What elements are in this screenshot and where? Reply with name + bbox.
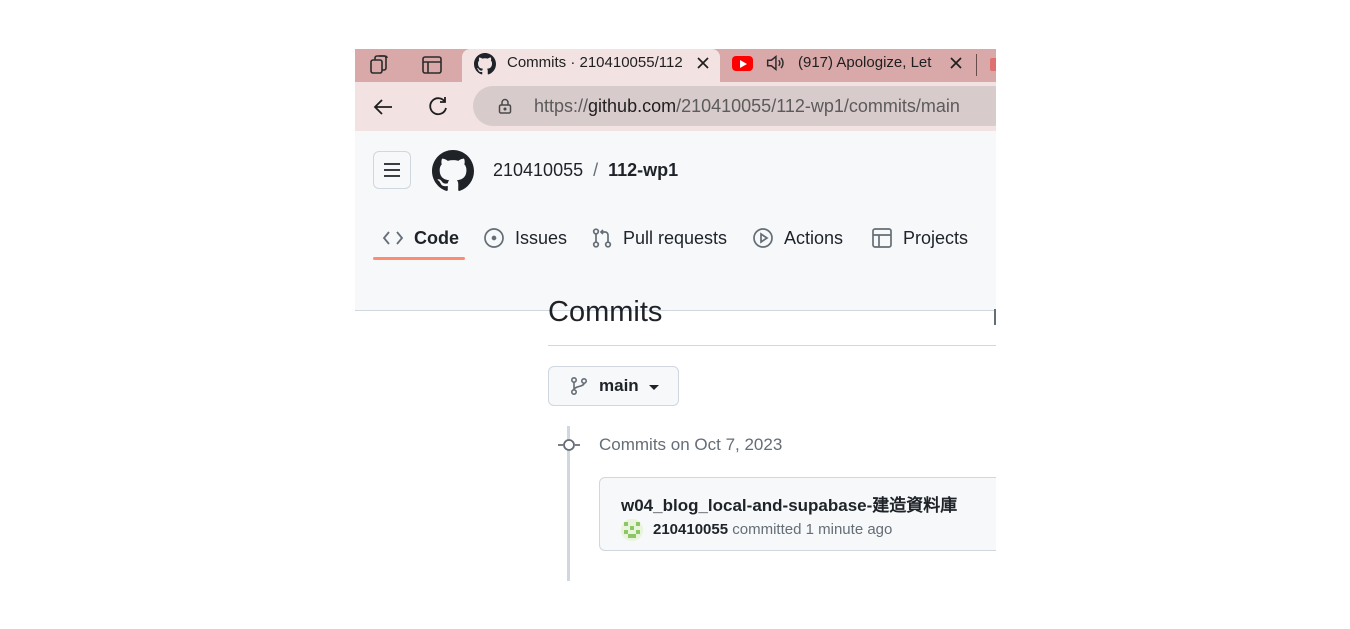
close-tab-icon[interactable]: [694, 54, 712, 72]
browser-window: Commits · 210410055/112-wp1 (917) Apolog…: [355, 49, 996, 629]
commit-list-item: w04_blog_local-and-supabase-建造資料庫 210410…: [599, 477, 996, 551]
tab-code[interactable]: Code: [382, 216, 459, 260]
play-icon: [753, 228, 773, 248]
commit-message-link[interactable]: w04_blog_local-and-supabase-建造資料庫: [621, 491, 957, 516]
tab-label: Issues: [515, 227, 568, 248]
issue-opened-icon: [484, 228, 504, 248]
repo-name-link[interactable]: 112-wp1: [608, 160, 678, 180]
breadcrumb-separator: /: [593, 160, 599, 180]
github-header: 210410055 / 112-wp1 Code Issues Pull reque…: [355, 131, 996, 325]
back-arrow-icon[interactable]: [370, 94, 396, 120]
tab-title: (917) Apologize, Let Me Go: [798, 54, 936, 71]
commit-author-link[interactable]: 210410055: [653, 521, 728, 538]
avatar[interactable]: [621, 519, 643, 541]
address-bar-row: https://github.com/210410055/112-wp1/com…: [355, 82, 996, 131]
vertical-tabs-icon[interactable]: [420, 53, 444, 77]
next-tab-favicon-icon[interactable]: [990, 58, 996, 71]
close-tab-icon[interactable]: [947, 54, 965, 72]
tab-pull-requests[interactable]: Pull requests: [591, 216, 727, 260]
branch-name: main: [599, 376, 639, 395]
tab-label: Actions: [784, 227, 844, 248]
commit-action: committed: [732, 521, 802, 538]
url-bar[interactable]: https://github.com/210410055/112-wp1/com…: [473, 86, 996, 126]
commit-meta: 210410055 committed 1 minute ago: [653, 521, 892, 538]
tab-actions[interactable]: Actions: [752, 216, 843, 260]
commit-group-date: Commits on Oct 7, 2023: [599, 435, 783, 454]
lock-icon[interactable]: [496, 97, 514, 115]
table-icon: [872, 228, 892, 248]
code-icon: [382, 231, 404, 245]
tab-label: Code: [414, 227, 459, 248]
hamburger-icon: [384, 163, 400, 177]
github-logo-icon[interactable]: [432, 150, 474, 192]
repo-nav: Code Issues Pull requests Actions Projec…: [355, 216, 996, 325]
github-favicon-icon: [474, 53, 496, 75]
caret-down-icon: [649, 385, 659, 390]
git-commit-icon: [558, 439, 580, 451]
tab-strip: Commits · 210410055/112-wp1 (917) Apolog…: [355, 49, 996, 82]
tab-separator: [976, 54, 977, 76]
tab-projects[interactable]: Projects: [871, 216, 968, 260]
tab-title: Commits · 210410055/112-wp1: [507, 54, 683, 71]
speaker-icon[interactable]: [764, 52, 786, 74]
url-path: /210410055/112-wp1/commits/main: [676, 96, 960, 116]
git-pull-request-icon: [592, 228, 612, 248]
divider: [548, 345, 996, 346]
tab-label: Projects: [903, 227, 969, 248]
more-nav-icon[interactable]: [994, 309, 996, 325]
refresh-icon[interactable]: [425, 94, 451, 120]
hamburger-menu-button[interactable]: [373, 151, 411, 189]
active-tab-underline: [373, 257, 465, 260]
tab-label: Pull requests: [623, 227, 728, 248]
breadcrumb: 210410055 / 112-wp1: [493, 160, 678, 181]
page-title: Commits: [548, 296, 663, 328]
branch-select-button[interactable]: main: [548, 366, 679, 406]
workspaces-icon[interactable]: [368, 53, 392, 77]
url-scheme: https://: [534, 96, 589, 116]
url-text[interactable]: https://github.com/210410055/112-wp1/com…: [534, 96, 960, 117]
repo-owner-link[interactable]: 210410055: [493, 160, 583, 180]
youtube-favicon-icon: [732, 56, 753, 71]
tab-github-commits[interactable]: Commits · 210410055/112-wp1: [462, 49, 720, 82]
url-host: github.com: [588, 96, 677, 116]
tab-youtube[interactable]: (917) Apologize, Let Me Go: [720, 49, 996, 82]
git-branch-icon: [570, 376, 588, 396]
commit-time: 1 minute ago: [805, 521, 893, 538]
tab-issues[interactable]: Issues: [483, 216, 567, 260]
